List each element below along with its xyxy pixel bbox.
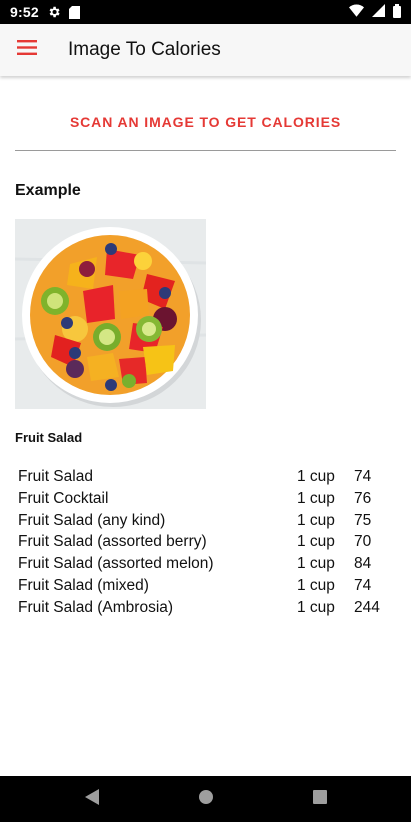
result-serving: 1 cup: [297, 468, 335, 485]
result-calories: 244: [354, 598, 380, 616]
result-name: Fruit Salad (assorted melon): [18, 555, 214, 573]
result-row[interactable]: Fruit Salad (assorted melon) 1 cup 84: [18, 555, 398, 577]
result-calories: 70: [354, 533, 372, 551]
status-time: 9:52: [10, 4, 39, 20]
result-serving: 1 cup: [297, 511, 335, 529]
home-icon: [198, 789, 213, 809]
back-icon: [84, 788, 99, 810]
result-row[interactable]: Fruit Salad (any kind) 1 cup 75: [18, 512, 398, 534]
divider: [15, 150, 396, 151]
result-name: Fruit Salad (any kind): [18, 511, 166, 529]
result-name: Fruit Salad (assorted berry): [18, 533, 207, 551]
result-serving: 1 cup: [297, 533, 335, 551]
result-row[interactable]: Fruit Cocktail 1 cup 76: [18, 490, 398, 512]
result-row[interactable]: Fruit Salad (mixed) 1 cup 74: [18, 577, 398, 599]
battery-icon: [393, 3, 401, 21]
result-calories: 84: [354, 555, 372, 573]
menu-button[interactable]: [0, 24, 54, 76]
result-row[interactable]: Fruit Salad (Ambrosia) 1 cup 244: [18, 599, 398, 621]
back-button[interactable]: [62, 776, 122, 822]
signal-icon: [372, 4, 385, 20]
result-serving: 1 cup: [297, 598, 335, 616]
food-label: Fruit Salad: [15, 430, 83, 445]
result-row[interactable]: Fruit Salad (assorted berry) 1 cup 70: [18, 533, 398, 555]
result-name: Fruit Salad (mixed): [18, 576, 149, 594]
recents-button[interactable]: [290, 776, 350, 822]
result-calories: 74: [354, 468, 372, 485]
scan-image-button[interactable]: SCAN AN IMAGE TO GET CALORIES: [0, 114, 411, 130]
result-name: Fruit Salad (Ambrosia): [18, 598, 174, 616]
gear-icon: [47, 5, 61, 19]
calorie-results-list: Fruit Salad 1 cup 74 Fruit Cocktail 1 cu…: [18, 468, 398, 621]
recents-icon: [312, 789, 327, 809]
result-serving: 1 cup: [297, 489, 335, 507]
result-name: Fruit Cocktail: [18, 489, 109, 507]
fruit-salad-image: [15, 219, 206, 409]
result-calories: 76: [354, 489, 372, 507]
result-calories: 74: [354, 576, 372, 594]
result-serving: 1 cup: [297, 555, 335, 573]
result-name: Fruit Salad: [18, 468, 93, 485]
result-calories: 75: [354, 511, 372, 529]
navigation-bar: [0, 776, 411, 822]
app-bar: Image To Calories: [0, 24, 411, 76]
status-bar: 9:52: [0, 0, 411, 24]
result-serving: 1 cup: [297, 576, 335, 594]
wifi-icon: [349, 4, 364, 20]
hamburger-menu-icon: [17, 40, 37, 60]
result-row[interactable]: Fruit Salad 1 cup 74: [18, 468, 398, 490]
main-content: SCAN AN IMAGE TO GET CALORIES Example Fr…: [0, 76, 411, 776]
sd-card-icon: [68, 5, 80, 19]
app-title: Image To Calories: [68, 39, 221, 60]
home-button[interactable]: [176, 776, 236, 822]
section-title: Example: [15, 182, 81, 199]
